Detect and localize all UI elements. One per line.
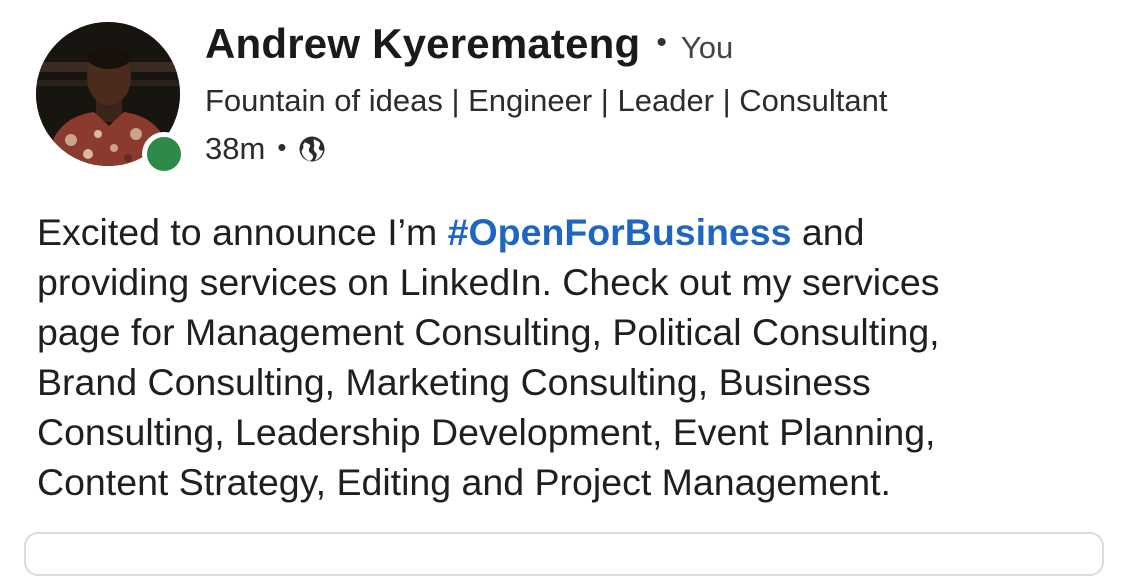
connection-degree: You [680, 30, 734, 65]
post-body-line-1: Excited to announce I’m #OpenForBusiness… [37, 207, 1107, 257]
post-body-text: and [791, 211, 865, 253]
author-avatar-container[interactable] [36, 22, 186, 176]
post-body-line-6: Content Strategy, Editing and Project Ma… [37, 461, 891, 503]
author-headline: Fountain of ideas | Engineer | Leader | … [205, 83, 888, 118]
post-time: 38m [205, 131, 266, 166]
post-header: Andrew Kyeremateng • You Fountain of ide… [205, 20, 1105, 169]
services-card-preview[interactable] [24, 532, 1104, 576]
author-name[interactable]: Andrew Kyeremateng [205, 20, 640, 68]
post-body-line-5: Consulting, Leadership Development, Even… [37, 411, 936, 453]
post-body-line-4: Brand Consulting, Marketing Consulting, … [37, 361, 871, 403]
hashtag-link[interactable]: #OpenForBusiness [448, 211, 792, 253]
online-status-indicator [142, 132, 186, 176]
post-meta: 38m • [205, 129, 1105, 169]
post-body-line-2: providing services on LinkedIn. Check ou… [37, 261, 940, 303]
author-name-line: Andrew Kyeremateng • You [205, 20, 1105, 82]
post-body-text: Excited to announce I’m [37, 211, 448, 253]
meta-separator: • [277, 131, 287, 162]
degree-separator: • [656, 26, 667, 59]
globe-icon [298, 135, 326, 163]
post-body-line-3: page for Management Consulting, Politica… [37, 311, 940, 353]
feed-post: Andrew Kyeremateng • You Fountain of ide… [0, 0, 1125, 576]
post-body: Excited to announce I’m #OpenForBusiness… [37, 207, 1107, 507]
